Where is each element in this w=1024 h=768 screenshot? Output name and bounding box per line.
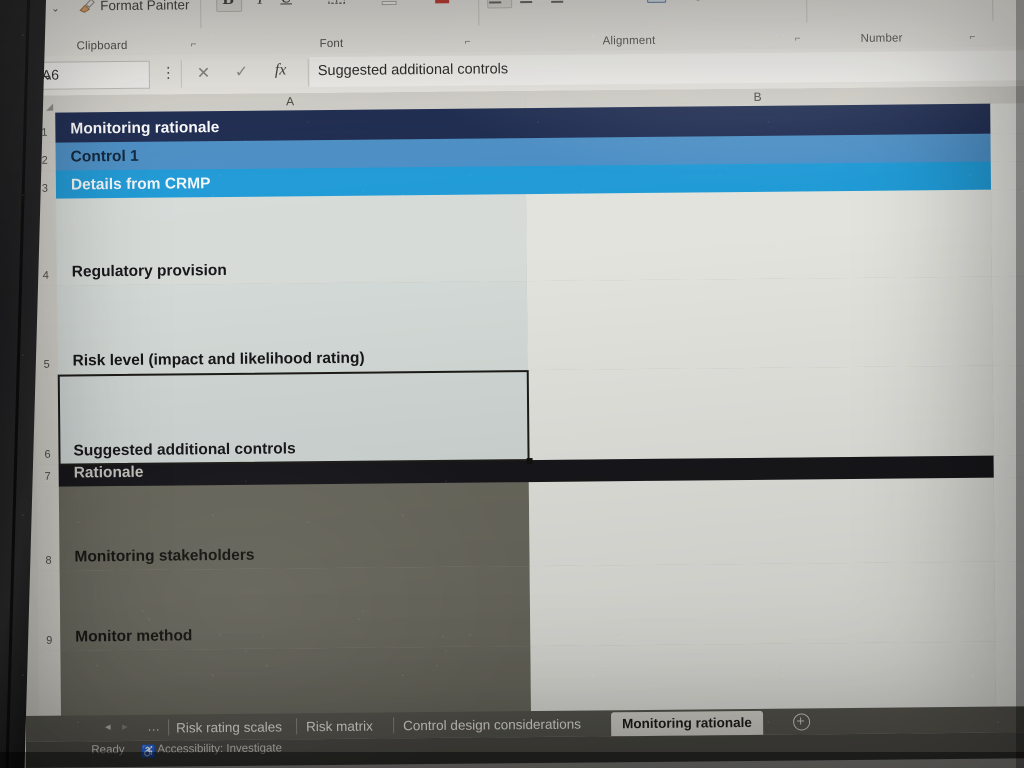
font-dialog-launcher-icon[interactable]: ⌐	[465, 37, 471, 48]
fill-color-icon[interactable]	[380, 0, 398, 6]
group-divider	[991, 0, 994, 21]
clipboard-dialog-launcher-icon[interactable]: ⌐	[191, 39, 197, 50]
row-header[interactable]: 8	[36, 486, 60, 572]
currency-button[interactable]: $	[829, 0, 838, 1]
add-sheet-icon[interactable]	[793, 713, 811, 731]
name-box-caret-icon[interactable]: ⌄	[42, 66, 141, 84]
cell-b8[interactable]	[528, 477, 996, 568]
cancel-icon[interactable]: ✕	[197, 63, 211, 83]
cell-b6[interactable]	[527, 365, 995, 462]
number-dialog-launcher-icon[interactable]: ⌐	[969, 32, 975, 43]
insert-function-icon[interactable]: fx	[275, 61, 287, 79]
bold-button[interactable]: B	[216, 0, 240, 10]
format-painter-button[interactable]: Format Painter	[100, 0, 189, 13]
spreadsheet-grid: A B 1 Monitoring rationale 2 Control 1 3 Deta…	[15, 86, 1024, 724]
enter-icon[interactable]: ✓	[235, 62, 249, 82]
cell-text: Control 1	[70, 147, 139, 166]
cell-a6[interactable]: Suggested additional controls	[57, 370, 530, 466]
cell-a5[interactable]: Risk level (impact and likelihood rating…	[56, 281, 529, 376]
paintbrush-icon	[78, 0, 95, 13]
paste-caret-icon[interactable]: ⌄	[51, 4, 59, 15]
sheet-tab-monitoring-rationale[interactable]: Monitoring rationale	[610, 710, 763, 737]
row-number: 6	[44, 448, 51, 461]
tab-separator	[168, 719, 170, 736]
tab-separator	[296, 718, 298, 735]
align-center-icon[interactable]	[517, 0, 535, 4]
cell-text: Monitoring stakeholders	[74, 546, 255, 566]
percent-button[interactable]: %	[876, 0, 891, 1]
cell-text: Regulatory provision	[71, 261, 227, 281]
alignment-dialog-launcher-icon[interactable]: ⌐	[794, 33, 800, 44]
cell-b5[interactable]	[526, 276, 994, 372]
font-color-icon[interactable]: A	[433, 0, 451, 5]
formula-bar-kebab-icon[interactable]: ⋮	[161, 63, 176, 81]
underline-button[interactable]: U	[276, 0, 296, 9]
font-color-caret-icon[interactable]: ⌄	[459, 0, 467, 1]
cell-text: Monitoring rationale	[70, 119, 220, 138]
row-number: 5	[43, 358, 50, 371]
align-left-icon[interactable]	[489, 0, 507, 4]
ribbon-controls-row: Paste ⌄ Format Painter B I U ⌄	[14, 0, 1024, 32]
align-right-icon[interactable]	[545, 0, 564, 4]
row-number: 7	[44, 470, 51, 483]
sheet-tab-risk-matrix[interactable]: Risk matrix	[306, 715, 373, 740]
screen-right-shadow	[1016, 0, 1024, 768]
cell-a4[interactable]: Regulatory provision	[56, 194, 528, 287]
formula-input[interactable]: Suggested additional controls	[309, 50, 1024, 88]
row-number: 9	[46, 634, 53, 647]
group-label-font: Font	[319, 37, 344, 51]
sheet-overflow-icon[interactable]: …	[147, 719, 160, 734]
sheet-tab-control-design-considerations[interactable]: Control design considerations	[403, 713, 581, 739]
sheet-tab-risk-rating-scales[interactable]: Risk rating scales	[176, 715, 282, 740]
cell-text: Suggested additional controls	[73, 440, 296, 460]
nav-last-sheet-icon[interactable]: ▸	[122, 720, 128, 733]
underline-caret-icon[interactable]: ⌄	[302, 0, 310, 2]
row-header[interactable]: 5	[34, 285, 58, 376]
row-header[interactable]: 9	[37, 570, 61, 652]
italic-button[interactable]: I	[250, 0, 270, 10]
excel-screen: Paste ⌄ Format Painter B I U ⌄	[14, 0, 1024, 768]
cell-a8[interactable]: Monitoring stakeholders	[58, 482, 531, 572]
nav-first-sheet-icon[interactable]: ◂	[105, 720, 111, 733]
row-header[interactable]: 7	[36, 464, 59, 488]
merge-center-button[interactable]: Merge & Center	[670, 0, 769, 1]
borders-caret-icon[interactable]: ⌄	[353, 0, 361, 2]
cell-b9[interactable]	[529, 561, 997, 648]
group-divider	[200, 0, 202, 29]
formula-bar-buttons: ✕ ✓ fx	[180, 59, 309, 88]
group-label-number: Number	[860, 32, 903, 45]
merge-center-icon[interactable]	[647, 0, 667, 3]
cell-text: Details from CRMP	[70, 175, 211, 194]
cell-text: Risk level (impact and likelihood rating…	[72, 349, 365, 370]
formula-input-value: Suggested additional controls	[317, 61, 509, 80]
cell-a9[interactable]: Monitor method	[59, 566, 532, 652]
fill-handle[interactable]	[526, 458, 533, 465]
group-divider	[806, 0, 808, 23]
group-divider	[478, 0, 480, 26]
monitor-photo: Paste ⌄ Format Painter B I U ⌄	[0, 0, 1024, 768]
name-box[interactable]: A6 ⌄	[32, 60, 150, 90]
group-label-clipboard: Clipboard	[76, 39, 128, 53]
cell-text: Rationale	[73, 463, 144, 482]
group-label-alignment: Alignment	[602, 34, 656, 48]
tab-separator	[393, 717, 395, 734]
screen-bottom-shadow	[0, 752, 1024, 768]
borders-icon[interactable]	[328, 0, 346, 4]
cell-b4[interactable]	[526, 189, 993, 283]
row-header[interactable]	[38, 650, 62, 724]
row-header[interactable]: 6	[35, 374, 59, 466]
decrease-indent-icon[interactable]	[580, 0, 599, 1]
cell-text: Monitor method	[75, 627, 193, 646]
row-number: 8	[45, 554, 52, 567]
fill-color-caret-icon[interactable]: ⌄	[406, 0, 414, 1]
